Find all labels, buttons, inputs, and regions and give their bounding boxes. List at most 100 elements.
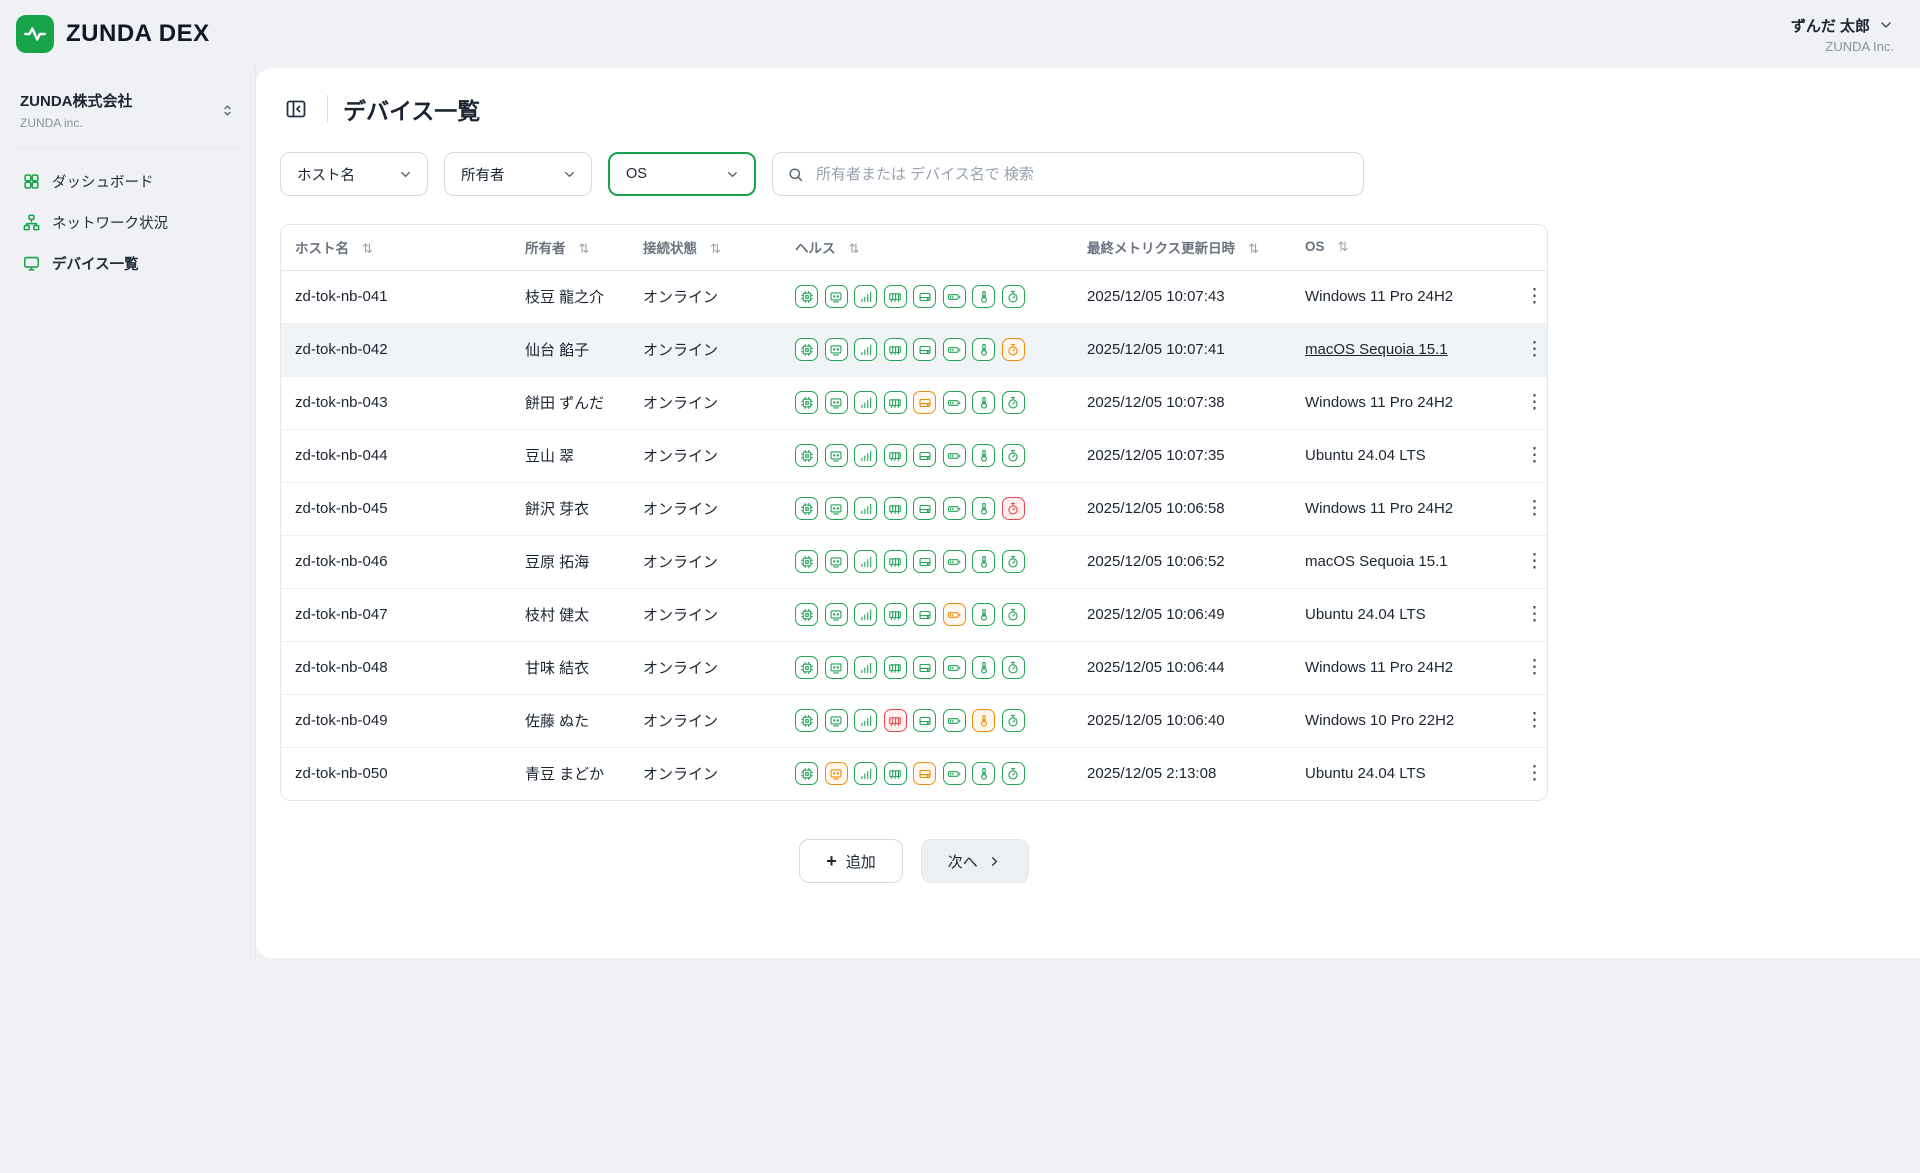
dashboard-icon	[22, 172, 41, 191]
signal-icon	[854, 444, 877, 467]
table-row[interactable]: zd-tok-nb-043餅田 ずんだオンライン2025/12/05 10:07…	[281, 376, 1548, 429]
health-cell	[781, 323, 1073, 376]
connection-status: オンライン	[643, 342, 718, 359]
device-table-body: zd-tok-nb-041枝豆 龍之介オンライン2025/12/05 10:07…	[281, 270, 1548, 800]
next-page-button[interactable]: 次へ	[921, 839, 1029, 883]
signal-icon	[854, 550, 877, 573]
table-row[interactable]: zd-tok-nb-041枝豆 龍之介オンライン2025/12/05 10:07…	[281, 270, 1548, 323]
memory-icon	[884, 497, 907, 520]
row-menu-button[interactable]: ⋮	[1517, 760, 1548, 787]
cpu-icon	[795, 603, 818, 626]
status-cell: オンライン	[629, 429, 781, 482]
next-page-label: 次へ	[948, 851, 978, 872]
last-metrics-time: 2025/12/05 10:07:35	[1087, 447, 1225, 464]
cpu-icon	[795, 338, 818, 361]
owner-name: 枝村 健太	[525, 607, 589, 624]
uptime-icon	[1002, 656, 1025, 679]
filter-owner[interactable]: 所有者	[444, 152, 592, 196]
row-menu-button[interactable]: ⋮	[1517, 654, 1548, 681]
table-row[interactable]: zd-tok-nb-042仙台 餡子オンライン2025/12/05 10:07:…	[281, 323, 1548, 376]
page-title: デバイス一覧	[343, 92, 480, 126]
os-cell: macOS Sequoia 15.1	[1291, 535, 1503, 588]
memory-icon	[884, 603, 907, 626]
row-actions-cell: ⋮	[1503, 270, 1548, 323]
add-device-button[interactable]: + 追加	[799, 839, 903, 883]
gpu-icon	[825, 391, 848, 414]
table-row[interactable]: zd-tok-nb-050青豆 まどかオンライン2025/12/05 2:13:…	[281, 747, 1548, 800]
device-table: ホスト名⇅所有者⇅接続状態⇅ヘルス⇅最終メトリクス更新日時⇅OS⇅ zd-tok…	[280, 224, 1548, 801]
health-cell	[781, 641, 1073, 694]
os-link[interactable]: macOS Sequoia 15.1	[1305, 341, 1448, 358]
org-switcher[interactable]: ZUNDA株式会社 ZUNDA inc.	[14, 82, 241, 149]
chevron-down-icon	[398, 167, 413, 182]
temperature-icon	[972, 603, 995, 626]
table-row[interactable]: zd-tok-nb-049佐藤 ぬたオンライン2025/12/05 10:06:…	[281, 694, 1548, 747]
battery-icon	[943, 338, 966, 361]
cpu-icon	[795, 550, 818, 573]
filter-os[interactable]: OS	[608, 152, 756, 196]
row-menu-button[interactable]: ⋮	[1517, 336, 1548, 363]
table-row[interactable]: zd-tok-nb-047枝村 健太オンライン2025/12/05 10:06:…	[281, 588, 1548, 641]
battery-icon	[943, 656, 966, 679]
sort-icon[interactable]: ⇅	[1242, 240, 1265, 258]
memory-icon	[884, 656, 907, 679]
uptime-icon	[1002, 550, 1025, 573]
host-name: zd-tok-nb-046	[295, 553, 388, 570]
memory-icon	[884, 285, 907, 308]
connection-status: オンライン	[643, 713, 718, 730]
row-menu-button[interactable]: ⋮	[1517, 601, 1548, 628]
status-cell: オンライン	[629, 482, 781, 535]
sort-icon[interactable]: ⇅	[843, 240, 866, 258]
battery-icon	[943, 709, 966, 732]
uptime-icon	[1002, 762, 1025, 785]
sidebar-item-network[interactable]: ネットワーク状況	[14, 202, 241, 243]
owner-name: 佐藤 ぬた	[525, 713, 589, 730]
owner-cell: 枝村 健太	[511, 588, 629, 641]
memory-icon	[884, 762, 907, 785]
host-name: zd-tok-nb-048	[295, 659, 388, 676]
last-metrics-time: 2025/12/05 10:06:44	[1087, 659, 1225, 676]
row-menu-button[interactable]: ⋮	[1517, 548, 1548, 575]
health-badges	[795, 550, 1069, 573]
chevron-down-icon	[725, 167, 740, 182]
os-value: Ubuntu 24.04 LTS	[1305, 765, 1426, 782]
os-cell: Ubuntu 24.04 LTS	[1291, 588, 1503, 641]
row-menu-button[interactable]: ⋮	[1517, 389, 1548, 416]
os-value: Ubuntu 24.04 LTS	[1305, 447, 1426, 464]
row-actions-cell: ⋮	[1503, 694, 1548, 747]
sidebar-item-dashboard[interactable]: ダッシュボード	[14, 161, 241, 202]
table-row[interactable]: zd-tok-nb-045餅沢 芽衣オンライン2025/12/05 10:06:…	[281, 482, 1548, 535]
health-badges	[795, 656, 1069, 679]
owner-name: 甘味 結衣	[525, 660, 589, 677]
row-menu-button[interactable]: ⋮	[1517, 442, 1548, 469]
sidebar-item-devices[interactable]: デバイス一覧	[14, 243, 241, 284]
health-badges	[795, 497, 1069, 520]
sort-icon[interactable]: ⇅	[573, 240, 596, 258]
network-icon	[22, 213, 41, 232]
user-menu[interactable]: ずんだ 太郎 ZUNDA Inc.	[1791, 15, 1894, 54]
search-box	[772, 152, 1364, 196]
row-menu-button[interactable]: ⋮	[1517, 495, 1548, 522]
disk-icon	[913, 444, 936, 467]
signal-icon	[854, 497, 877, 520]
temperature-icon	[972, 391, 995, 414]
sort-icon[interactable]: ⇅	[356, 240, 379, 258]
table-row[interactable]: zd-tok-nb-048甘味 結衣オンライン2025/12/05 10:06:…	[281, 641, 1548, 694]
sort-icon[interactable]: ⇅	[1332, 238, 1355, 256]
updated-cell: 2025/12/05 10:06:44	[1073, 641, 1291, 694]
row-menu-button[interactable]: ⋮	[1517, 283, 1548, 310]
updated-cell: 2025/12/05 10:07:41	[1073, 323, 1291, 376]
row-actions-cell: ⋮	[1503, 323, 1548, 376]
row-menu-button[interactable]: ⋮	[1517, 707, 1548, 734]
uptime-icon	[1002, 603, 1025, 626]
uptime-icon	[1002, 391, 1025, 414]
search-input[interactable]	[814, 165, 1349, 184]
table-row[interactable]: zd-tok-nb-044豆山 翠オンライン2025/12/05 10:07:3…	[281, 429, 1548, 482]
column-label: ホスト名	[295, 241, 349, 256]
signal-icon	[854, 391, 877, 414]
table-row[interactable]: zd-tok-nb-046豆原 拓海オンライン2025/12/05 10:06:…	[281, 535, 1548, 588]
sort-icon[interactable]: ⇅	[704, 240, 727, 258]
filter-hostname[interactable]: ホスト名	[280, 152, 428, 196]
collapse-sidebar-button[interactable]	[280, 93, 312, 125]
sidebar-item-label: ダッシュボード	[52, 171, 154, 192]
